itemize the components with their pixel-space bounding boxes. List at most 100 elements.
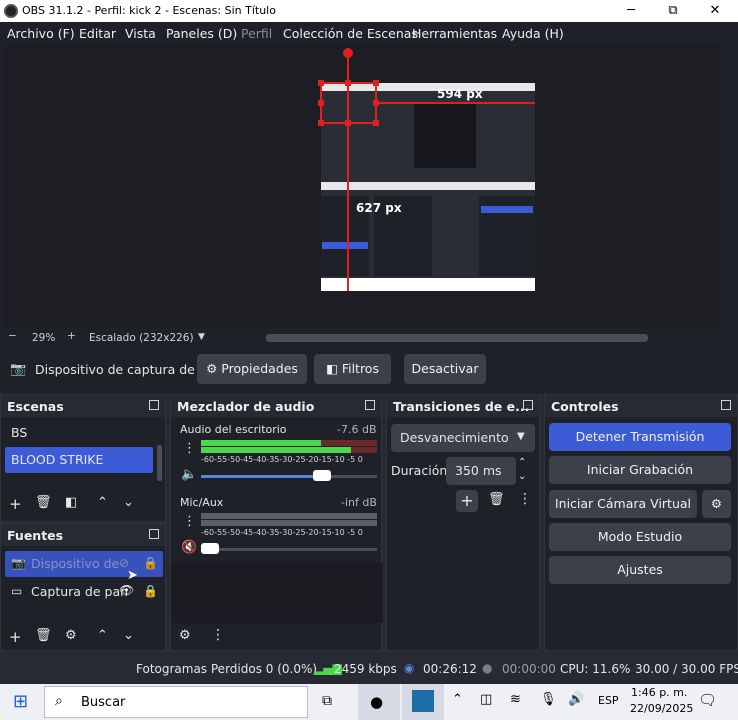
zoom-dropdown-icon[interactable]: ▼ xyxy=(198,332,205,342)
menu-paneles[interactable]: Paneles (D) xyxy=(166,26,237,41)
resize-handle-bl[interactable] xyxy=(318,120,324,126)
close-button[interactable]: ✕ xyxy=(692,0,738,22)
lock-icon[interactable]: 🔒 xyxy=(143,584,158,598)
volume-slider-mic[interactable] xyxy=(201,543,219,554)
transition-select[interactable]: Desvanecimiento ▼ xyxy=(391,424,535,452)
start-recording-button[interactable]: Iniciar Grabación xyxy=(549,456,731,484)
eye-icon[interactable]: 👁 xyxy=(119,583,134,597)
tray-app-icon[interactable]: ◫ xyxy=(480,692,492,707)
move-down-icon[interactable]: ⌄ xyxy=(123,495,134,510)
resize-handle-tr[interactable] xyxy=(373,80,379,86)
menu-archivo[interactable]: Archivo (F) xyxy=(7,26,75,41)
duration-input[interactable]: 350 ms xyxy=(446,457,516,485)
stepper-down-icon[interactable]: ⌄ xyxy=(518,471,526,482)
source-item-screen-capture[interactable]: ▭ Captura de pan 👁 🔒 xyxy=(5,579,163,605)
add-source-icon[interactable]: + xyxy=(9,628,22,646)
start-virtual-camera-button[interactable]: Iniciar Cámara Virtual xyxy=(549,490,697,518)
menu-ayuda[interactable]: Ayuda (H) xyxy=(502,26,564,41)
task-view-icon[interactable]: ⧉ xyxy=(322,693,332,709)
move-down-icon[interactable]: ⌄ xyxy=(123,628,134,643)
float-icon[interactable] xyxy=(365,400,375,410)
source-item-capture-device[interactable]: 📷 Dispositivo de ⊘ 🔒 xyxy=(5,551,163,577)
resize-handle-t[interactable] xyxy=(345,80,351,86)
volume-track-mic xyxy=(201,548,377,551)
add-scene-icon[interactable]: + xyxy=(9,495,22,513)
tray-chevron-icon[interactable]: ⌃ xyxy=(452,692,463,707)
volume-icon[interactable]: 🔊 xyxy=(568,692,584,707)
stepper-up-icon[interactable]: ⌃ xyxy=(518,457,526,468)
preview-canvas[interactable]: 594 px 627 px xyxy=(4,46,720,328)
zoom-out-button[interactable]: − xyxy=(8,330,17,342)
stop-stream-button[interactable]: Detener Transmisión xyxy=(549,423,731,451)
search-icon: ⌕ xyxy=(55,693,63,709)
float-icon[interactable] xyxy=(149,400,159,410)
source-toolbar: 📷 Dispositivo de captura de v ⚙ Propieda… xyxy=(0,346,738,394)
menu-editar[interactable]: Editar xyxy=(79,26,116,41)
source-properties-icon[interactable]: ⚙ xyxy=(65,628,77,643)
resize-handle-br[interactable] xyxy=(373,120,379,126)
scaling-label: Escalado (232x226) xyxy=(89,332,194,344)
remove-transition-icon[interactable]: 🗑 xyxy=(488,492,505,507)
mic-muted-icon[interactable]: 🔇 xyxy=(181,540,197,555)
resize-handle-tl[interactable] xyxy=(318,80,324,86)
mixer-menu-icon[interactable]: ⋮ xyxy=(211,627,225,643)
resize-handle-r[interactable] xyxy=(373,100,379,106)
preview-scrollbar-horizontal[interactable] xyxy=(266,334,648,342)
windows-start-icon[interactable]: ⊞ xyxy=(13,691,28,712)
menu-vista[interactable]: Vista xyxy=(125,26,156,41)
remove-source-icon[interactable]: 🗑 xyxy=(35,628,52,643)
title-bar: OBS 31.1.2 - Perfil: kick 2 - Escenas: S… xyxy=(0,0,738,22)
resize-handle-b[interactable] xyxy=(345,120,351,126)
menu-herramientas[interactable]: Herramientas xyxy=(412,26,497,41)
obs-taskbar-app[interactable]: ● xyxy=(358,684,400,720)
add-transition-icon[interactable]: + xyxy=(456,490,478,512)
filters-button[interactable]: ◧ Filtros xyxy=(314,354,391,384)
input-language[interactable]: ESP xyxy=(598,694,619,707)
preview-scrollbar-vertical[interactable] xyxy=(723,48,733,328)
float-icon[interactable] xyxy=(149,529,159,539)
menu-bar: Archivo (F) Editar Vista Paneles (D) Per… xyxy=(0,22,738,44)
remove-scene-icon[interactable]: 🗑 xyxy=(35,495,52,510)
scene-filters-icon[interactable]: ◧ xyxy=(65,495,77,510)
advanced-audio-icon[interactable]: ⚙ xyxy=(179,628,191,643)
obs-app-icon: ● xyxy=(370,693,384,711)
speaker-icon[interactable]: 🔈 xyxy=(181,467,197,482)
studio-mode-button[interactable]: Modo Estudio xyxy=(549,523,731,551)
deactivate-button[interactable]: Desactivar xyxy=(404,354,486,384)
wifi-icon[interactable]: ≋ xyxy=(510,692,521,707)
game-app-icon xyxy=(412,690,434,712)
notifications-icon[interactable]: 🗨 xyxy=(698,691,717,709)
preview-svg: 594 px 627 px xyxy=(318,48,535,291)
scene-item-bs[interactable]: BS xyxy=(11,425,27,440)
channel-menu-icon[interactable]: ⋮ xyxy=(183,514,196,529)
volume-slider-desktop[interactable] xyxy=(313,470,331,481)
resize-handle-l[interactable] xyxy=(318,100,324,106)
scene-item-blood-strike[interactable]: BLOOD STRIKE xyxy=(5,447,153,473)
move-up-icon[interactable]: ⌃ xyxy=(97,495,108,510)
transition-menu-icon[interactable]: ⋮ xyxy=(518,491,532,507)
zoom-in-button[interactable]: + xyxy=(67,330,76,342)
virtual-camera-settings-icon[interactable]: ⚙ xyxy=(702,490,731,518)
microphone-icon[interactable]: 🎙 xyxy=(540,692,557,707)
scenes-scrollbar[interactable] xyxy=(157,445,162,481)
settings-button[interactable]: Ajustes xyxy=(549,556,731,584)
clock-date[interactable]: 22/09/2025 xyxy=(630,702,693,715)
menu-perfil[interactable]: Perfil xyxy=(241,26,272,41)
preview-thumb-menubar xyxy=(321,182,535,190)
meter-scale-mic: -60-55-50-45-40-35-30-25-20-15-10 -5 0 xyxy=(201,528,363,537)
float-icon[interactable] xyxy=(721,400,731,410)
rotation-handle[interactable] xyxy=(343,48,353,58)
channel-menu-icon[interactable]: ⋮ xyxy=(183,441,196,456)
clock-time[interactable]: 1:46 p. m. xyxy=(631,686,687,699)
minimize-button[interactable]: ─ xyxy=(608,0,654,22)
properties-button[interactable]: ⚙ Propiedades xyxy=(197,354,307,384)
game-taskbar-app[interactable] xyxy=(402,684,444,720)
sources-header: Fuentes xyxy=(1,524,165,546)
maximize-button[interactable]: ⧉ xyxy=(650,0,696,22)
move-up-icon[interactable]: ⌃ xyxy=(97,628,108,643)
float-icon[interactable] xyxy=(523,400,533,410)
sources-title: Fuentes xyxy=(7,528,64,543)
lock-icon[interactable]: 🔒 xyxy=(143,556,158,570)
taskbar-search[interactable]: ⌕ Buscar xyxy=(44,686,308,718)
menu-coleccion-escenas[interactable]: Colección de Escenas xyxy=(283,26,418,41)
